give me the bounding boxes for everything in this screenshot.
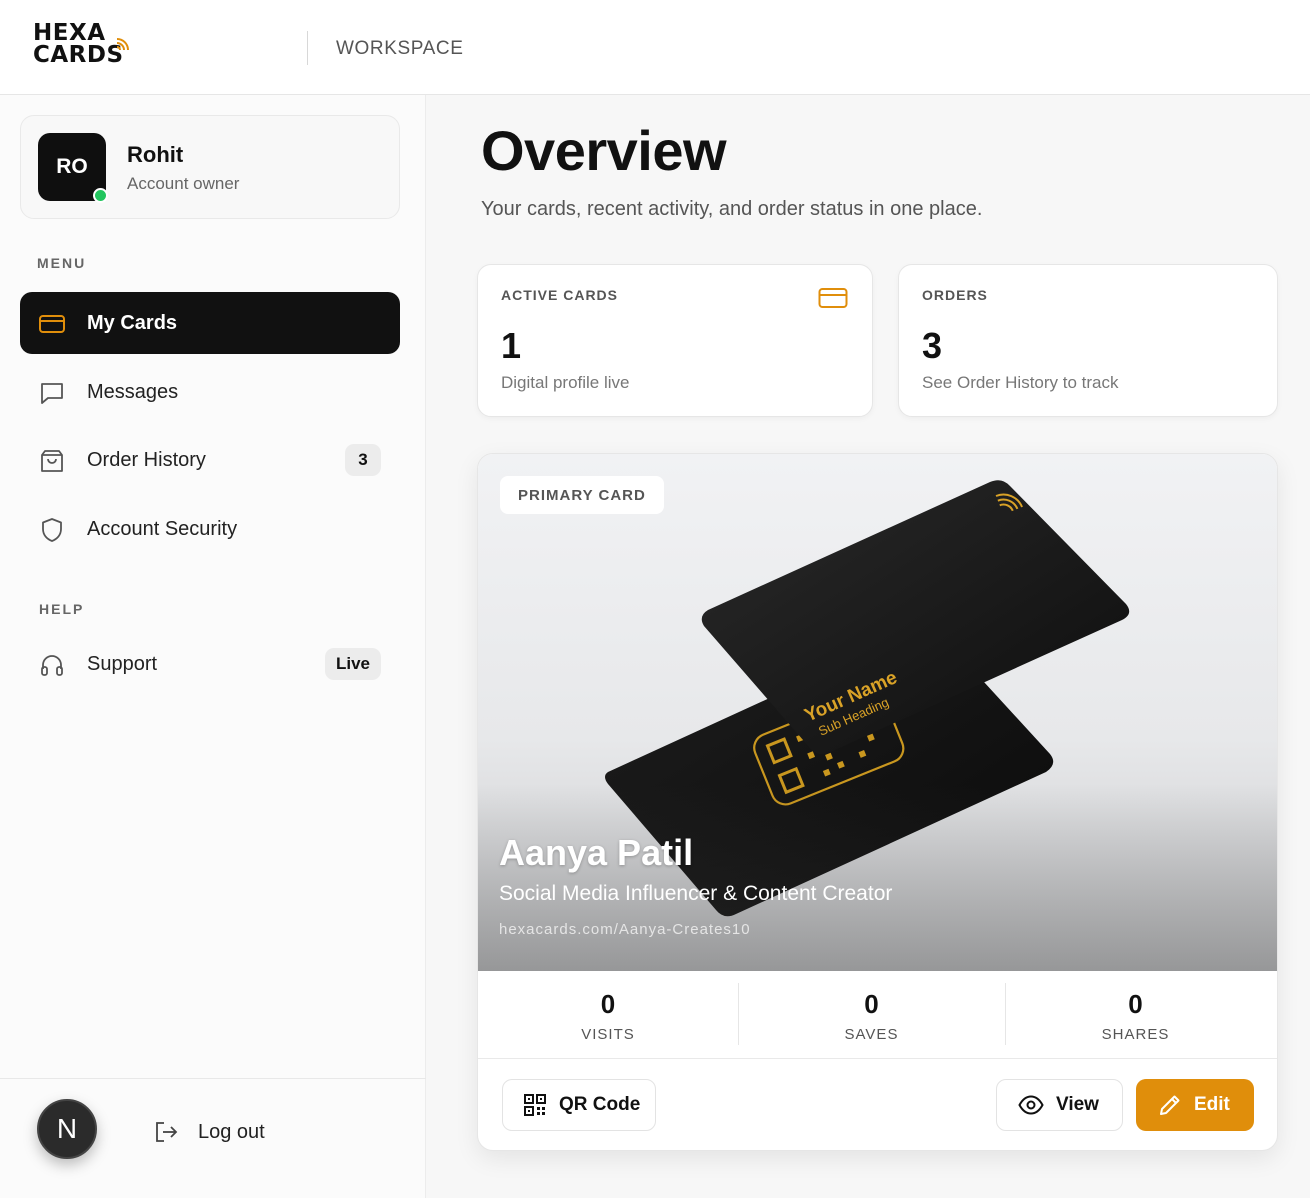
sidebar-item-account-security[interactable]: Account Security xyxy=(20,498,400,560)
card-metrics: 0 VISITS 0 SAVES 0 SHARES xyxy=(478,971,1277,1059)
hexacards-logo[interactable]: HEXA CARDS xyxy=(33,22,143,72)
qr-code-icon xyxy=(524,1094,546,1116)
view-label: View xyxy=(1056,1094,1099,1115)
card-profile-url[interactable]: hexacards.com/Aanya-Creates10 xyxy=(499,921,751,938)
workspace-label: WORKSPACE xyxy=(336,38,464,59)
sidebar-item-order-history[interactable]: Order History 3 xyxy=(20,429,400,491)
top-bar: HEXA CARDS WORKSPACE xyxy=(0,0,1310,95)
card-owner-title: Social Media Influencer & Content Creato… xyxy=(499,882,893,905)
metric-value: 0 xyxy=(600,989,616,1019)
stat-description: See Order History to track xyxy=(922,373,1119,392)
metric-shares: 0 SHARES xyxy=(1005,971,1266,1059)
primary-card-tag: PRIMARY CARD xyxy=(500,476,664,514)
message-icon xyxy=(41,383,63,404)
metric-visits: 0 VISITS xyxy=(478,971,738,1059)
eye-icon xyxy=(1018,1095,1044,1115)
orders-stat[interactable]: ORDERS 3 See Order History to track xyxy=(898,264,1278,417)
online-status-dot xyxy=(93,188,108,203)
primary-card-panel: Your Name Sub Heading PRIMARY CARD Aanya… xyxy=(477,453,1278,1151)
order-count-badge: 3 xyxy=(345,444,381,476)
logout-label: Log out xyxy=(198,1120,265,1143)
live-badge: Live xyxy=(324,648,381,680)
stat-label: ACTIVE CARDS xyxy=(501,287,619,303)
card-icon xyxy=(39,315,65,333)
card-hero-image: Your Name Sub Heading PRIMARY CARD Aanya… xyxy=(478,454,1277,971)
page-title: Overview xyxy=(481,119,727,182)
sidebar-item-label: Support xyxy=(87,652,158,675)
metric-label: VISITS xyxy=(581,1026,635,1043)
sidebar-footer: N Log out xyxy=(0,1078,426,1198)
sidebar: RO Rohit Account owner MENU My Cards Mes… xyxy=(0,95,426,1198)
stat-label: ORDERS xyxy=(922,287,988,303)
card-icon xyxy=(818,288,848,308)
sidebar-item-messages[interactable]: Messages xyxy=(20,361,400,423)
metric-label: SHARES xyxy=(1101,1026,1170,1043)
active-cards-stat[interactable]: ACTIVE CARDS 1 Digital profile live xyxy=(477,264,873,417)
sidebar-item-my-cards[interactable]: My Cards xyxy=(20,292,400,354)
edit-button[interactable]: Edit xyxy=(1136,1079,1254,1131)
profile-name: Rohit xyxy=(127,142,184,167)
stat-value: 1 xyxy=(501,325,522,366)
profile-role: Account owner xyxy=(127,174,240,193)
headphones-icon xyxy=(41,655,63,676)
user-menu-avatar[interactable]: N xyxy=(37,1099,97,1159)
header-divider xyxy=(307,31,308,65)
metric-saves: 0 SAVES xyxy=(738,971,1005,1059)
stat-value: 3 xyxy=(922,325,943,366)
menu-section-label: MENU xyxy=(37,255,87,271)
logout-button[interactable]: Log out xyxy=(152,1115,265,1149)
pencil-icon xyxy=(1160,1095,1180,1115)
view-button[interactable]: View xyxy=(996,1079,1123,1131)
shopping-bag-icon xyxy=(41,450,63,472)
metric-value: 0 xyxy=(1128,989,1143,1019)
sidebar-item-label: Messages xyxy=(87,380,179,403)
sidebar-item-label: Order History xyxy=(87,448,206,471)
page-subtitle: Your cards, recent activity, and order s… xyxy=(481,198,983,220)
sidebar-item-label: My Cards xyxy=(87,311,178,334)
hero-shade xyxy=(478,784,1277,971)
qr-code-button[interactable]: QR Code xyxy=(502,1079,656,1131)
sidebar-item-support[interactable]: Support Live xyxy=(20,633,400,695)
metric-value: 0 xyxy=(864,989,879,1019)
qr-code-label: QR Code xyxy=(559,1094,641,1115)
profile-card[interactable]: RO Rohit Account owner xyxy=(20,115,400,219)
metric-label: SAVES xyxy=(844,1026,899,1043)
nfc-waves-icon xyxy=(116,38,129,51)
logout-icon xyxy=(156,1122,178,1142)
sidebar-item-label: Account Security xyxy=(87,517,238,540)
edit-label: Edit xyxy=(1194,1094,1230,1115)
stat-description: Digital profile live xyxy=(501,373,630,392)
card-owner-name: Aanya Patil xyxy=(499,832,694,873)
shield-icon xyxy=(42,518,62,542)
help-section-label: HELP xyxy=(39,601,85,617)
